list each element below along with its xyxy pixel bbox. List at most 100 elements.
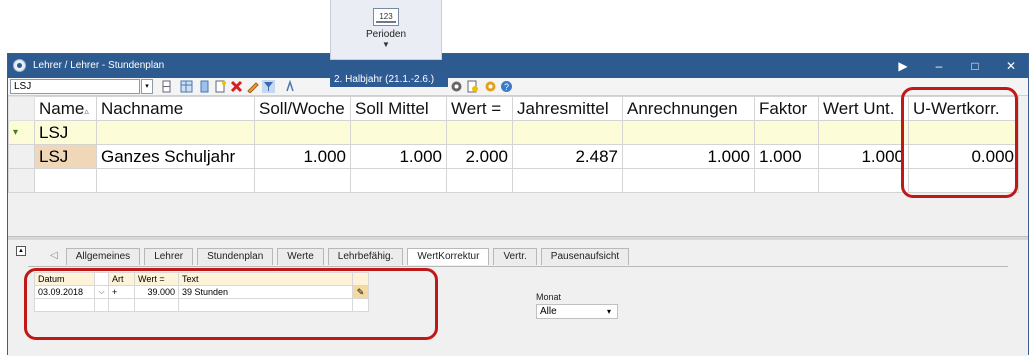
filter-cell[interactable] [818, 120, 909, 145]
tab-lehrer[interactable]: Lehrer [144, 248, 194, 265]
cell-art[interactable]: + [108, 285, 135, 299]
edit-icon[interactable] [246, 80, 259, 93]
column-header-u-wertkorr[interactable]: U-Wertkorr. [908, 96, 1019, 121]
empty-cell[interactable] [134, 298, 179, 312]
grid-icon[interactable] [180, 80, 193, 93]
empty-cell[interactable] [818, 168, 909, 193]
tab-pausenaufsicht[interactable]: Pausenaufsicht [540, 248, 630, 265]
minimize-button[interactable]: – [924, 54, 954, 78]
perioden-label: Perioden [365, 29, 407, 40]
filter-cell[interactable] [96, 120, 255, 145]
column-header-text[interactable]: Text [178, 272, 353, 286]
settings-icon[interactable] [450, 80, 463, 93]
empty-cell[interactable] [512, 168, 623, 193]
cell-jahresmittel[interactable]: 2.487 [512, 144, 623, 169]
cell-faktor[interactable]: 1.000 [754, 144, 819, 169]
help-icon[interactable]: ? [500, 80, 513, 93]
empty-cell[interactable] [108, 298, 135, 312]
cell-text[interactable]: 39 Stunden [178, 285, 353, 299]
filter-cell[interactable] [754, 120, 819, 145]
period-selection[interactable]: 2. Halbjahr (21.1.-2.6.) [330, 72, 448, 87]
table-row-empty[interactable] [8, 168, 1019, 193]
list-icon[interactable] [198, 80, 211, 93]
svg-text:?: ? [504, 82, 509, 92]
column-header-wert[interactable]: Wert = [134, 272, 179, 286]
empty-cell[interactable] [254, 168, 351, 193]
chevron-down-icon[interactable]: ▼ [331, 40, 441, 50]
combo-dropdown-button[interactable]: ▾ [141, 79, 153, 94]
gear-icon[interactable] [484, 80, 497, 93]
empty-cell[interactable] [754, 168, 819, 193]
empty-cell[interactable] [96, 168, 255, 193]
empty-cell[interactable] [34, 168, 97, 193]
filter-cell[interactable] [908, 120, 1019, 145]
cell-wert-unt[interactable]: 1.000 [818, 144, 909, 169]
filter-icon[interactable] [262, 80, 275, 93]
wertkorrektur-table: Datum Art Wert = Text 03.09.2018 ⌵ + 39.… [34, 272, 369, 312]
column-header-soll-mittel[interactable]: Soll Mittel [350, 96, 447, 121]
tab-divider [28, 266, 1008, 267]
column-header-art[interactable]: Art [108, 272, 135, 286]
filter-cell[interactable] [622, 120, 755, 145]
sort-icon[interactable] [284, 80, 297, 93]
cell-u-wertkorr[interactable]: 0.000 [908, 144, 1019, 169]
monat-select[interactable]: Alle ▾ [536, 304, 618, 319]
monat-value: Alle [540, 306, 557, 317]
column-header-soll-woche[interactable]: Soll/Woche [254, 96, 351, 121]
cell-soll-woche[interactable]: 1.000 [254, 144, 351, 169]
empty-cell[interactable] [622, 168, 755, 193]
cell-wert[interactable]: 2.000 [446, 144, 513, 169]
filter-cell[interactable] [350, 120, 447, 145]
chevron-down-icon: ▾ [606, 307, 611, 316]
edit-icon[interactable]: ✎ [352, 285, 369, 299]
tab-wertkorrektur[interactable]: WertKorrektur [407, 248, 490, 265]
empty-cell[interactable] [178, 298, 353, 312]
empty-cell[interactable] [350, 168, 447, 193]
empty-cell[interactable] [908, 168, 1019, 193]
cell-anrechnungen[interactable]: 1.000 [622, 144, 755, 169]
filter-cell[interactable] [512, 120, 623, 145]
cell-datum[interactable]: 03.09.2018 [34, 285, 95, 299]
column-header-anrechnungen[interactable]: Anrechnungen [622, 96, 755, 121]
empty-cell[interactable] [94, 298, 109, 312]
cell-nachname[interactable]: Ganzes Schuljahr [96, 144, 255, 169]
pin-icon[interactable]: ▶ [888, 54, 918, 78]
column-header-nachname[interactable]: Nachname [96, 96, 255, 121]
column-header-datum[interactable]: Datum [34, 272, 95, 286]
column-header-faktor[interactable]: Faktor [754, 96, 819, 121]
filter-cell-name[interactable]: LSJ [34, 120, 97, 145]
tab-stundenplan[interactable]: Stundenplan [197, 248, 274, 265]
cell-name[interactable]: LSJ [34, 144, 97, 169]
table-row-empty[interactable] [34, 298, 369, 312]
empty-cell[interactable] [352, 298, 369, 312]
filter-cell[interactable] [446, 120, 513, 145]
maximize-button[interactable]: □ [960, 54, 990, 78]
empty-cell[interactable] [446, 168, 513, 193]
close-button[interactable]: ✕ [996, 54, 1026, 78]
tab-allgemeines[interactable]: Allgemeines [65, 248, 141, 265]
row-marker [8, 144, 35, 169]
element-combo[interactable]: LSJ [10, 79, 140, 94]
new-document-icon[interactable] [214, 80, 227, 93]
column-header-wert[interactable]: Wert = [446, 96, 513, 121]
tab-werte[interactable]: Werte [277, 248, 324, 265]
date-dropdown-icon[interactable]: ⌵ [94, 285, 109, 299]
filter-row[interactable]: ▾ LSJ [8, 120, 1019, 145]
tab-vertr[interactable]: Vertr. [493, 248, 537, 265]
cell-soll-mittel[interactable]: 1.000 [350, 144, 447, 169]
perioden-button[interactable]: 123 Perioden ▼ [330, 0, 442, 60]
filter-cell[interactable] [254, 120, 351, 145]
spin-icon[interactable] [160, 80, 173, 93]
document-icon[interactable] [466, 80, 479, 93]
cell-wert[interactable]: 39.000 [134, 285, 179, 299]
tab-lehrbefaehig[interactable]: Lehrbefähig. [327, 248, 404, 265]
delete-icon[interactable] [230, 80, 243, 93]
table-row[interactable]: 03.09.2018 ⌵ + 39.000 39 Stunden ✎ [34, 285, 369, 299]
table-row[interactable]: LSJ Ganzes Schuljahr 1.000 1.000 2.000 2… [8, 144, 1019, 169]
column-header-wert-unt[interactable]: Wert Unt. [818, 96, 909, 121]
collapse-icon[interactable]: ▲ [16, 246, 26, 256]
column-header-jahresmittel[interactable]: Jahresmittel [512, 96, 623, 121]
tab-scroll-left-icon[interactable]: ◁ [50, 248, 58, 265]
column-header-name[interactable]: Name▵ [34, 96, 97, 121]
empty-cell[interactable] [34, 298, 95, 312]
